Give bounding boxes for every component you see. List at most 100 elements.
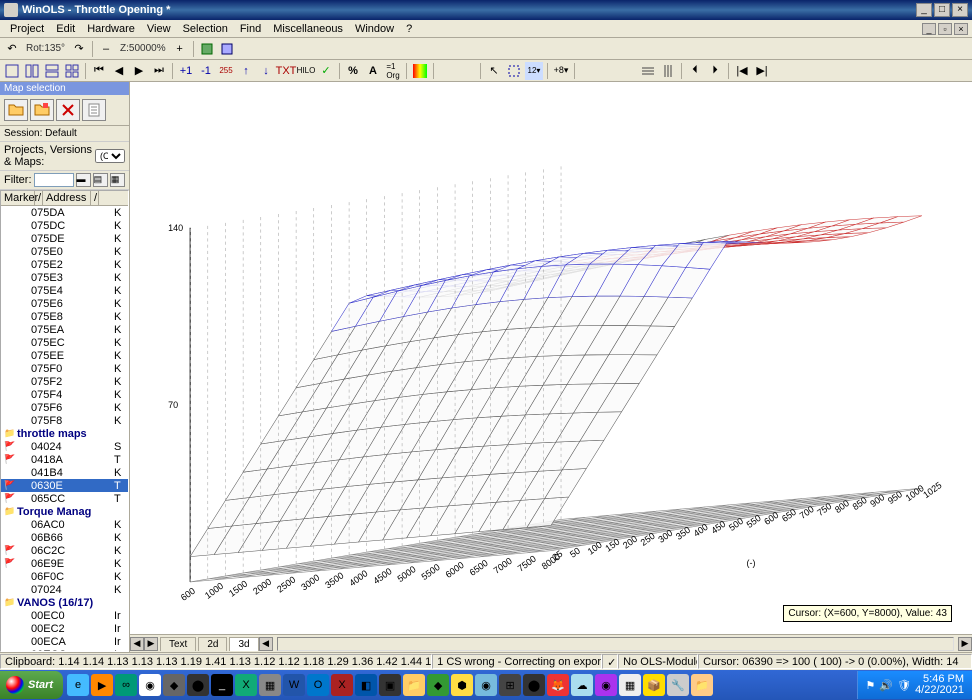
grid-a-icon[interactable] <box>639 62 657 80</box>
dec-small-icon[interactable]: -1 <box>197 62 215 80</box>
menu-find[interactable]: Find <box>234 22 267 36</box>
nav-up-icon[interactable]: ↑ <box>237 62 255 80</box>
mdi-minimize[interactable]: _ <box>922 23 936 35</box>
nav-first-icon[interactable]: ⏮ <box>90 62 108 80</box>
task-app9-icon[interactable]: ◉ <box>475 674 497 696</box>
tree-row[interactable]: 075DAK <box>1 206 128 219</box>
text-icon[interactable]: TXT <box>277 62 295 80</box>
nav-prev-icon[interactable]: ◀ <box>110 62 128 80</box>
task-app6-icon[interactable]: ▣ <box>379 674 401 696</box>
menu-miscellaneous[interactable]: Miscellaneous <box>267 22 349 36</box>
tree-row[interactable]: 075F2K <box>1 375 128 388</box>
task-arduino-icon[interactable]: ∞ <box>115 674 137 696</box>
tab-text[interactable]: Text <box>160 637 196 651</box>
tree-row[interactable]: 075ECK <box>1 336 128 349</box>
arrow-tool-icon[interactable]: ↖ <box>485 62 503 80</box>
tree-row[interactable]: 06F0CK <box>1 570 128 583</box>
task-app10-icon[interactable]: ⊞ <box>499 674 521 696</box>
task-app8-icon[interactable]: ⬢ <box>451 674 473 696</box>
tree-row[interactable]: 07024K <box>1 583 128 596</box>
color-icon[interactable] <box>411 62 429 80</box>
tool-a[interactable] <box>198 40 216 58</box>
3d-surface-chart[interactable]: 7014060010001500200025003000350040004500… <box>130 82 972 634</box>
skip-back-icon[interactable]: |◀ <box>733 62 751 80</box>
tool-b[interactable] <box>218 40 236 58</box>
map-tree[interactable]: Marker / Address / 075DAK075DCK075DEK075… <box>0 190 129 652</box>
rotate-left-icon[interactable]: ↶ <box>3 40 21 58</box>
col-address[interactable]: Address <box>43 191 91 205</box>
task-explorer-icon[interactable]: 📁 <box>403 674 425 696</box>
step-back-icon[interactable]: ⏴ <box>686 62 704 80</box>
task-app1-icon[interactable]: ◆ <box>163 674 185 696</box>
tab-3d[interactable]: 3d <box>229 637 258 651</box>
tree-row[interactable]: 075E2K <box>1 258 128 271</box>
tree-row[interactable]: 075EAK <box>1 323 128 336</box>
tree-row[interactable]: 00ECCIr <box>1 648 128 652</box>
filter-mode-2[interactable]: ▤ <box>93 173 108 187</box>
tree-row[interactable]: 075F6K <box>1 401 128 414</box>
menu-window[interactable]: Window <box>349 22 400 36</box>
tree-row[interactable]: 🚩0418AT <box>1 453 128 466</box>
task-outlook-icon[interactable]: O <box>307 674 329 696</box>
menu-hardware[interactable]: Hardware <box>81 22 141 36</box>
tray-clock[interactable]: 5:46 PM 4/22/2021 <box>915 674 964 696</box>
tab-2d[interactable]: 2d <box>198 637 227 651</box>
tray-icon-2[interactable]: 🔊 <box>879 679 893 692</box>
plus8-icon[interactable]: +8▾ <box>552 62 570 80</box>
tray-icon-1[interactable]: ⚑ <box>866 679 876 692</box>
task-app15-icon[interactable]: ▦ <box>619 674 641 696</box>
tree-row[interactable]: 075EEK <box>1 349 128 362</box>
open-folder-icon[interactable] <box>4 99 28 121</box>
tree-row[interactable]: 00EC0Ir <box>1 609 128 622</box>
task-app12-icon[interactable]: 🦊 <box>547 674 569 696</box>
task-word-icon[interactable]: W <box>283 674 305 696</box>
nav-last-icon[interactable]: ⏭ <box>150 62 168 80</box>
tree-row[interactable]: 041B4K <box>1 466 128 479</box>
task-app14-icon[interactable]: ◉ <box>595 674 617 696</box>
view-4-icon[interactable] <box>63 62 81 80</box>
step-fwd-icon[interactable]: ⏵ <box>706 62 724 80</box>
nav-next-icon[interactable]: ▶ <box>130 62 148 80</box>
properties-icon[interactable] <box>82 99 106 121</box>
system-tray[interactable]: ⚑ 🔊 🛡 5:46 PM 4/22/2021 <box>857 671 972 699</box>
projects-select[interactable]: (Ctrl) <box>95 149 125 163</box>
skip-fwd-icon[interactable]: ▶| <box>753 62 771 80</box>
tree-row[interactable]: 075F8K <box>1 414 128 427</box>
menu-selection[interactable]: Selection <box>177 22 234 36</box>
tree-row[interactable]: 06AC0K <box>1 518 128 531</box>
tree-row[interactable]: 🚩06C2CK <box>1 544 128 557</box>
horizontal-scrollbar[interactable] <box>277 637 954 651</box>
tree-row[interactable]: 075E8K <box>1 310 128 323</box>
task-cmd-icon[interactable]: _ <box>211 674 233 696</box>
tree-row[interactable]: 00ECAIr <box>1 635 128 648</box>
tree-row[interactable]: 🚩06E9EK <box>1 557 128 570</box>
hilo-icon[interactable]: HILO <box>297 62 315 80</box>
zoom-out-icon[interactable]: – <box>97 40 115 58</box>
task-app13-icon[interactable]: ☁ <box>571 674 593 696</box>
tree-row[interactable]: 🚩065CCT <box>1 492 128 505</box>
tree-folder[interactable]: 📁Torque Manag <box>1 505 128 518</box>
task-app17-icon[interactable]: 🔧 <box>667 674 689 696</box>
task-app18-icon[interactable]: 📁 <box>691 674 713 696</box>
col-marker[interactable]: Marker <box>1 191 35 205</box>
tree-folder[interactable]: 📁VANOS (16/17) <box>1 596 128 609</box>
tab-scroll-left[interactable]: ◀ <box>130 637 144 651</box>
check-icon[interactable]: ✓ <box>317 62 335 80</box>
grid-b-icon[interactable] <box>659 62 677 80</box>
task-media-icon[interactable]: ▶ <box>91 674 113 696</box>
inc-small-icon[interactable]: +1 <box>177 62 195 80</box>
hscroll-right[interactable]: ▶ <box>958 637 972 651</box>
view-1-icon[interactable] <box>3 62 21 80</box>
tree-row[interactable]: 075F4K <box>1 388 128 401</box>
open-map-icon[interactable] <box>30 99 54 121</box>
minimize-button[interactable]: _ <box>916 3 932 17</box>
maximize-button[interactable]: □ <box>934 3 950 17</box>
rotate-right-icon[interactable]: ↷ <box>70 40 88 58</box>
delete-icon[interactable] <box>56 99 80 121</box>
hscroll-left[interactable]: ◀ <box>259 637 273 651</box>
start-button[interactable]: Start <box>0 671 63 699</box>
tree-row[interactable]: 075E4K <box>1 284 128 297</box>
tree-folder[interactable]: 📁throttle maps <box>1 427 128 440</box>
mdi-close[interactable]: × <box>954 23 968 35</box>
filter-clear[interactable]: ▦ <box>110 173 125 187</box>
